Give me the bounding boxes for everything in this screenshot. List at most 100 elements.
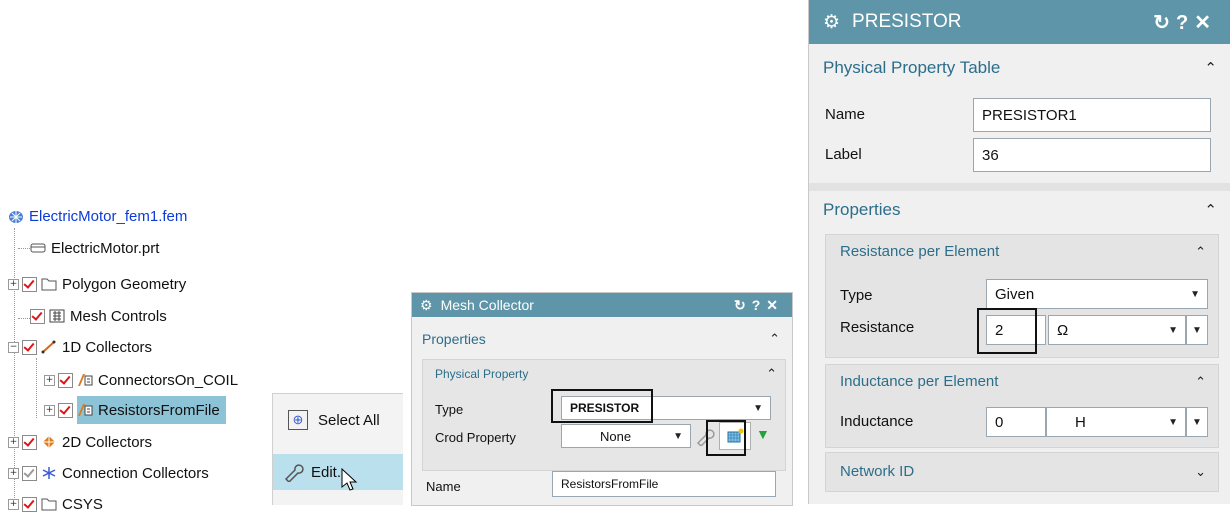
expand-icon[interactable]: + [8, 498, 19, 510]
mesh-collector-icon [78, 374, 93, 386]
name-field[interactable]: ResistorsFromFile [552, 471, 776, 497]
close-icon[interactable]: ✕ [1194, 12, 1217, 34]
reset-icon[interactable]: ↻ [734, 297, 752, 313]
mesh-collector-icon [78, 404, 93, 416]
resistance-label: Resistance [840, 319, 915, 336]
tree-item-label: Connection Collectors [62, 464, 209, 482]
gear-icon: ⚙ [823, 11, 841, 33]
inductance-value-field[interactable]: 0 [986, 407, 1046, 437]
collapse-icon[interactable]: ⌃ [1204, 201, 1217, 219]
context-menu: ⊕ Select All Edit... [272, 393, 403, 505]
properties-section-header[interactable]: Properties ⌃ [823, 200, 1217, 220]
options-arrow-icon[interactable]: ▼ [756, 426, 770, 442]
visibility-checkbox[interactable] [22, 339, 37, 355]
fem-file-icon [9, 210, 23, 223]
presistor-dialog: ⚙ PRESISTOR ↻?✕ Physical Property Table ⌃… [808, 0, 1230, 504]
resistance-group-header[interactable]: Resistance per Element ⌃ [840, 243, 1206, 260]
inductance-options-dropdown[interactable]: ▼ [1186, 407, 1208, 437]
tree-item-polygon-geometry[interactable]: + Polygon Geometry [8, 270, 186, 298]
wrench-icon [284, 464, 304, 482]
type-label: Type [840, 287, 873, 304]
network-id-group: Network ID ⌄ [825, 452, 1219, 492]
help-icon[interactable]: ? [752, 297, 767, 313]
expand-icon[interactable]: ⌄ [1195, 464, 1206, 480]
close-icon[interactable]: ✕ [766, 297, 784, 313]
collapse-icon[interactable]: − [8, 341, 19, 353]
label-field[interactable]: 36 [973, 138, 1211, 172]
visibility-checkbox[interactable] [58, 372, 73, 388]
expand-icon[interactable]: + [44, 374, 55, 386]
visibility-checkbox[interactable] [22, 465, 37, 481]
titlebar-buttons: ↻?✕ [1153, 10, 1217, 35]
physical-property-header[interactable]: Physical Property ⌃ [435, 366, 777, 382]
tree-root[interactable]: ElectricMotor_fem1.fem [8, 208, 187, 225]
menu-item-edit[interactable]: Edit... [273, 454, 403, 491]
tree-item-label: ElectricMotor.prt [51, 239, 160, 257]
dropdown-arrow-icon: ▼ [1168, 324, 1178, 336]
tree-item-1d-collectors[interactable]: − 1D Collectors [8, 333, 152, 361]
expand-icon[interactable]: + [8, 436, 19, 448]
tree-item-connection-collectors[interactable]: + Connection Collectors [8, 459, 209, 487]
visibility-checkbox[interactable] [22, 276, 37, 292]
2d-collector-icon [43, 436, 55, 448]
create-button-highlight-box [706, 420, 746, 456]
tree-item-csys[interactable]: + CSYS [8, 490, 103, 518]
resistance-options-dropdown[interactable]: ▼ [1186, 315, 1208, 345]
tree-item-label: ConnectorsOn_COIL [98, 371, 239, 389]
dialog-titlebar: ⚙ Mesh Collector ↻?✕ [412, 293, 792, 317]
tree-item-resistorsfromfile[interactable]: + ResistorsFromFile [44, 396, 226, 424]
crod-property-label: Crod Property [435, 430, 516, 445]
type-highlight-box [551, 389, 653, 423]
titlebar-buttons: ↻?✕ [734, 297, 784, 314]
inductance-label: Inductance [840, 413, 914, 430]
tree-item-2d-collectors[interactable]: + 2D Collectors [8, 428, 152, 456]
crod-property-dropdown[interactable]: None ▼ [561, 424, 691, 448]
folder-icon [41, 278, 57, 291]
tree-item-label: Mesh Controls [70, 307, 167, 325]
visibility-checkbox[interactable] [22, 496, 37, 512]
tree-item-label: ResistorsFromFile [98, 401, 220, 419]
dropdown-arrow-icon: ▼ [1192, 416, 1202, 428]
collapse-icon[interactable]: ⌃ [1195, 244, 1206, 260]
type-dropdown[interactable]: Given ▼ [986, 279, 1208, 309]
tree-item-mesh-controls[interactable]: Mesh Controls [30, 302, 167, 330]
help-icon[interactable]: ? [1176, 12, 1194, 34]
inductance-group-header[interactable]: Inductance per Element ⌃ [840, 373, 1206, 390]
network-id-header[interactable]: Network ID ⌄ [840, 463, 1206, 480]
collapse-icon[interactable]: ⌃ [766, 366, 777, 382]
visibility-checkbox[interactable] [30, 308, 45, 324]
visibility-checkbox[interactable] [58, 402, 73, 418]
expand-icon[interactable]: + [8, 467, 19, 479]
inductance-unit-dropdown[interactable]: H ▼ [1046, 407, 1186, 437]
resistance-unit-dropdown[interactable]: Ω ▼ [1048, 315, 1186, 345]
tree-item-label: Polygon Geometry [62, 275, 187, 293]
visibility-checkbox[interactable] [22, 434, 37, 450]
name-field[interactable]: PRESISTOR1 [973, 98, 1211, 132]
reset-icon[interactable]: ↻ [1153, 12, 1176, 34]
dialog-title: Mesh Collector [440, 297, 534, 313]
dropdown-arrow-icon: ▼ [1190, 288, 1200, 300]
section-divider [809, 183, 1230, 191]
collapse-icon[interactable]: ⌃ [1195, 374, 1206, 390]
expand-icon[interactable]: + [8, 278, 19, 290]
tree-item-label: CSYS [62, 495, 103, 513]
inductance-group: Inductance per Element ⌃ Inductance 0 H ▼ … [825, 364, 1219, 448]
collapse-icon[interactable]: ⌃ [1204, 59, 1217, 77]
gear-icon: ⚙ [420, 296, 433, 313]
type-label: Type [435, 402, 464, 417]
tree-item-connectorsoncoil[interactable]: + ConnectorsOn_COIL [44, 366, 238, 394]
dropdown-arrow-icon: ▼ [673, 430, 683, 442]
dialog-title: PRESISTOR [852, 11, 962, 32]
mouse-cursor-icon [341, 468, 358, 491]
1d-collector-icon [41, 340, 56, 354]
collapse-icon[interactable]: ⌃ [769, 331, 780, 347]
part-file-icon [30, 243, 46, 253]
label-label: Label [825, 146, 862, 163]
dropdown-arrow-icon: ▼ [1192, 324, 1202, 336]
dialog-titlebar: ⚙ PRESISTOR ↻?✕ [809, 0, 1230, 44]
menu-item-select-all[interactable]: ⊕ Select All [273, 402, 403, 438]
properties-section-header[interactable]: Properties ⌃ [422, 331, 780, 347]
physical-property-table-header[interactable]: Physical Property Table ⌃ [823, 58, 1217, 78]
tree-item-electricmotor-prt[interactable]: ElectricMotor.prt [30, 234, 159, 262]
expand-icon[interactable]: + [44, 404, 55, 416]
